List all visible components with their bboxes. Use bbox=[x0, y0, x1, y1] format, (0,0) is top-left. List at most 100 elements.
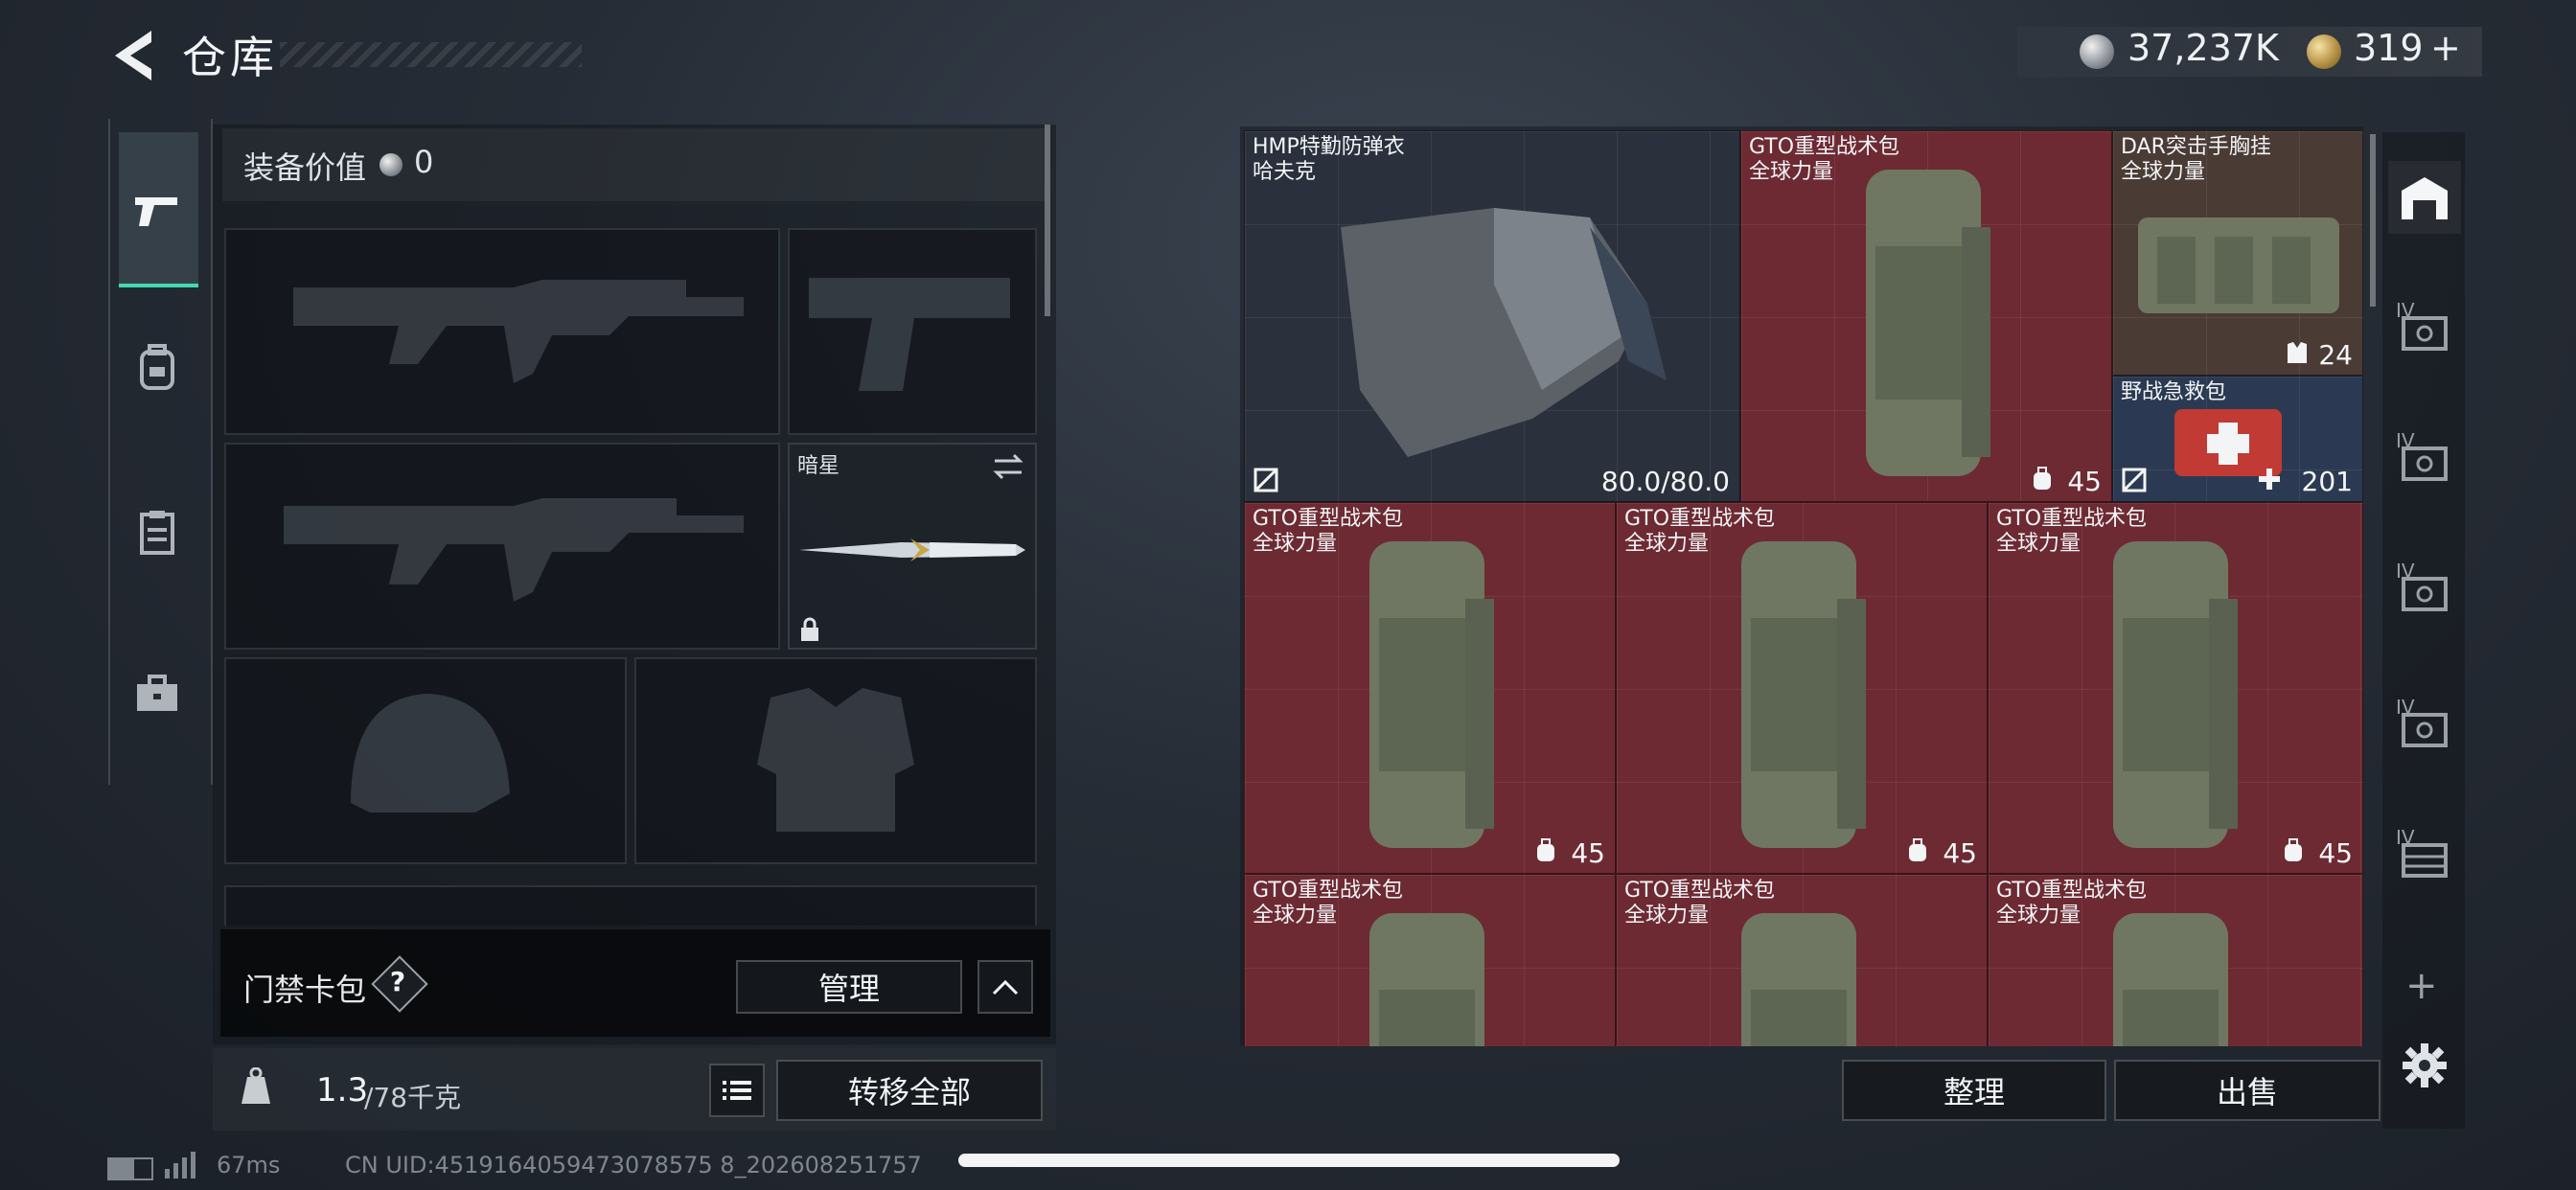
backpack-item-image bbox=[2113, 913, 2228, 1046]
keycard-label: 门禁卡包 bbox=[243, 972, 367, 1008]
melee-name: 暗星 bbox=[797, 454, 840, 478]
home-indicator[interactable] bbox=[958, 1154, 1620, 1167]
rifle-silhouette-icon bbox=[293, 280, 744, 383]
title-decoration bbox=[280, 42, 582, 67]
inventory-item[interactable]: GTO重型战术包 全球力量 bbox=[1616, 874, 1988, 1046]
helmet-silhouette-icon bbox=[351, 694, 510, 812]
settings-button[interactable] bbox=[2388, 1029, 2461, 1102]
loadout-scrollbar[interactable] bbox=[1045, 125, 1050, 316]
collapse-button[interactable] bbox=[978, 960, 1033, 1014]
clipboard-icon bbox=[140, 511, 174, 555]
tab-briefcase[interactable] bbox=[128, 665, 186, 722]
backpack-icon bbox=[1537, 838, 1554, 861]
backpack-icon bbox=[140, 344, 174, 390]
weight-kg-icon bbox=[240, 1066, 272, 1106]
safe-box-icon bbox=[2402, 713, 2448, 747]
no-insure-icon bbox=[1254, 468, 1278, 492]
armor-slot[interactable] bbox=[634, 657, 1037, 864]
capacity: 45 bbox=[2067, 466, 2102, 497]
sort-button[interactable]: 整理 bbox=[1842, 1060, 2106, 1121]
back-button[interactable] bbox=[107, 27, 159, 84]
list-view-button[interactable] bbox=[709, 1064, 765, 1117]
inventory-scrollbar[interactable] bbox=[2370, 134, 2376, 307]
tab-storage-5[interactable]: IV bbox=[2388, 816, 2461, 889]
vest-icon bbox=[2288, 342, 2307, 363]
warehouse-icon bbox=[2402, 177, 2448, 219]
helmet-slot[interactable] bbox=[224, 657, 627, 864]
inventory-item[interactable]: HMP特勤防弹衣 哈夫克 80.0/80.0 bbox=[1244, 130, 1740, 502]
backpack-item-image bbox=[1741, 913, 1856, 1046]
capacity: 45 bbox=[1571, 837, 1605, 869]
chevron-left-icon bbox=[115, 31, 151, 80]
uid: CN UID:4519164059473078575 8_20260825175… bbox=[345, 1152, 922, 1179]
inventory-item[interactable]: GTO重型战术包 全球力量 bbox=[1244, 874, 1616, 1046]
ping: 67ms bbox=[217, 1152, 281, 1179]
backpack-item-image bbox=[1741, 541, 1866, 848]
backpack-item-image bbox=[2113, 541, 2238, 848]
chevron-up-icon bbox=[992, 979, 1019, 995]
safe-box-icon bbox=[2402, 316, 2448, 351]
tab-backpack[interactable] bbox=[128, 339, 186, 397]
equipment-value-label: 装备价值 bbox=[243, 149, 367, 186]
transfer-all-button[interactable]: 转移全部 bbox=[776, 1060, 1043, 1121]
shelf-icon bbox=[2402, 843, 2448, 878]
pistol-silhouette-icon bbox=[809, 278, 1010, 391]
extra-slot-row bbox=[224, 885, 1037, 926]
tab-storage-3[interactable]: IV bbox=[2388, 550, 2461, 623]
tab-storage-2[interactable]: IV bbox=[2388, 420, 2461, 492]
swap-icon[interactable] bbox=[991, 452, 1025, 481]
primary-weapon-slot[interactable] bbox=[224, 228, 780, 435]
gold-coin-icon bbox=[2307, 34, 2341, 69]
armor-silhouette-icon bbox=[757, 688, 914, 832]
melee-slot[interactable]: 暗星 bbox=[788, 443, 1037, 650]
inventory-item[interactable]: 野战急救包 201 bbox=[2112, 376, 2363, 502]
battery-icon bbox=[107, 1157, 153, 1180]
secondary-weapon-slot[interactable] bbox=[224, 443, 780, 650]
add-storage-button[interactable]: + bbox=[2405, 964, 2438, 1008]
tab-storage-4[interactable]: IV bbox=[2388, 686, 2461, 759]
silver-amount: 37,237K bbox=[2128, 27, 2279, 69]
backpack-icon bbox=[2285, 838, 2302, 861]
medkit-plus-icon bbox=[2259, 469, 2280, 490]
safe-box-icon bbox=[2402, 446, 2448, 481]
safe-box-icon bbox=[2402, 577, 2448, 611]
no-insure-icon bbox=[2122, 468, 2147, 492]
silver-coin-icon bbox=[2080, 34, 2114, 69]
armor-item-image bbox=[1341, 208, 1667, 457]
inventory-item[interactable]: GTO重型战术包 全球力量 bbox=[1988, 874, 2363, 1046]
manage-button[interactable]: 管理 bbox=[736, 960, 962, 1014]
chest-rig-item-image bbox=[2138, 217, 2339, 313]
sell-button[interactable]: 出售 bbox=[2114, 1060, 2380, 1121]
inventory-item[interactable]: GTO重型战术包 全球力量 45 bbox=[1988, 502, 2363, 874]
capacity: 45 bbox=[1943, 837, 1977, 869]
pistol-icon bbox=[128, 182, 186, 240]
item-name: DAR突击手胸挂 全球力量 bbox=[2121, 135, 2271, 184]
weight-current: 1.3 bbox=[316, 1071, 369, 1110]
pistol-slot[interactable] bbox=[788, 228, 1037, 435]
help-icon: ? bbox=[389, 966, 406, 997]
quantity: 201 bbox=[2301, 466, 2353, 497]
gear-icon bbox=[2403, 1043, 2447, 1087]
rifle-silhouette-icon bbox=[284, 498, 744, 602]
signal-icon bbox=[165, 1152, 196, 1179]
inventory-item[interactable]: GTO重型战术包 全球力量 45 bbox=[1244, 502, 1616, 874]
knife-icon bbox=[799, 538, 1025, 561]
weight-max: /78千克 bbox=[364, 1082, 462, 1113]
backpack-item-image bbox=[1369, 541, 1494, 848]
backpack-item-image bbox=[1866, 170, 1990, 476]
tab-warehouse[interactable] bbox=[2388, 161, 2461, 234]
gold-add-button[interactable]: + bbox=[2430, 27, 2461, 69]
capacity: 24 bbox=[2318, 339, 2353, 371]
backpack-icon bbox=[2034, 467, 2051, 490]
equipment-value: 0 bbox=[414, 144, 434, 180]
backpack-item-image bbox=[1369, 913, 1484, 1046]
inventory-item[interactable]: DAR突击手胸挂 全球力量 24 bbox=[2112, 130, 2363, 376]
backpack-icon bbox=[1909, 838, 1926, 861]
durability: 80.0/80.0 bbox=[1600, 466, 1730, 497]
inventory-item[interactable]: GTO重型战术包 全球力量 45 bbox=[1616, 502, 1988, 874]
page-title: 仓库 bbox=[182, 32, 278, 83]
tab-storage-1[interactable]: IV bbox=[2388, 289, 2461, 362]
tab-clipboard[interactable] bbox=[128, 504, 186, 561]
lock-icon bbox=[801, 617, 818, 641]
inventory-item[interactable]: GTO重型战术包 全球力量 45 bbox=[1740, 130, 2112, 502]
